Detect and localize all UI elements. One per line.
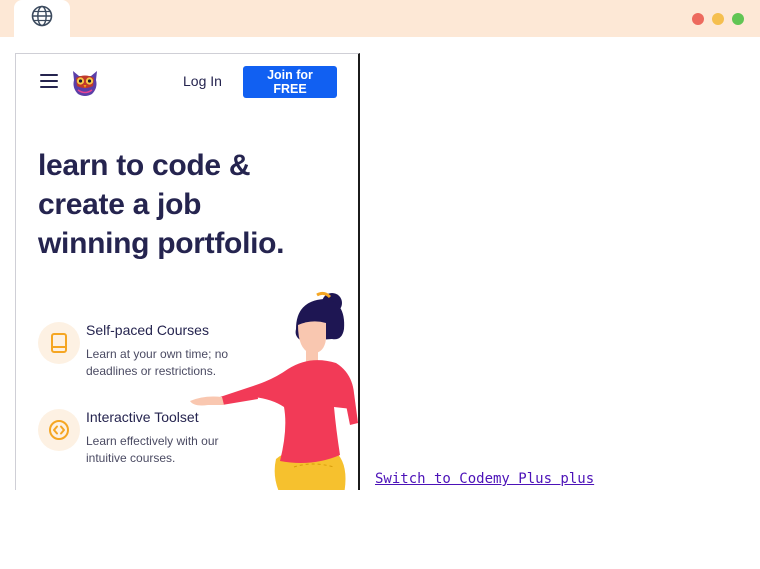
maximize-window-button[interactable] (732, 13, 744, 25)
browser-titlebar (0, 0, 760, 37)
window-controls (692, 13, 744, 25)
code-icon (38, 409, 80, 451)
hero-title-line: create a job (38, 188, 202, 221)
hamburger-menu-icon[interactable] (40, 74, 58, 88)
book-icon (38, 322, 80, 364)
feature-description-line: intuitive courses. (86, 451, 176, 465)
hero-title-line: learn to code & (38, 149, 251, 182)
close-window-button[interactable] (692, 13, 704, 25)
login-button[interactable]: Log In (183, 73, 222, 89)
owl-logo-icon[interactable] (68, 66, 102, 98)
feature-title: Interactive Toolset (86, 409, 199, 425)
join-free-button[interactable]: Join for FREE (243, 66, 337, 98)
hero-title-line: winning portfolio. (38, 227, 285, 260)
globe-icon (31, 5, 53, 32)
site-preview-frame: Log In Join for FREE learn to code & cre… (15, 53, 360, 490)
minimize-window-button[interactable] (712, 13, 724, 25)
hero-title: learn to code & create a job winning por… (38, 146, 338, 263)
switch-to-codemy-plus-link[interactable]: Switch to Codemy Plus plus (375, 471, 594, 487)
woman-illustration (184, 289, 358, 490)
browser-tab[interactable] (14, 0, 70, 37)
site-navbar: Log In Join for FREE (16, 54, 358, 110)
